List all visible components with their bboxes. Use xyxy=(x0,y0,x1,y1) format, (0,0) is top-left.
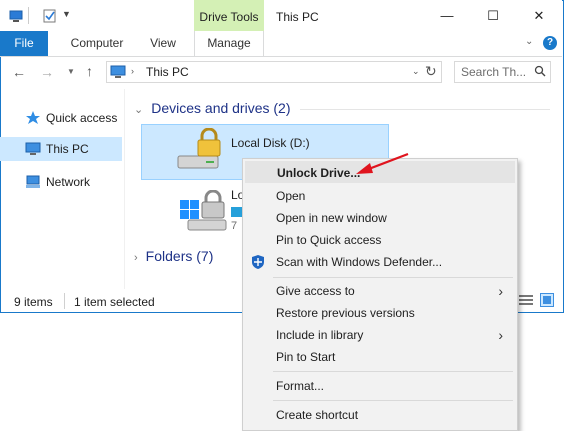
drive-tools-label: Drive Tools xyxy=(199,10,259,24)
menu-item-label: Scan with Windows Defender... xyxy=(276,255,443,269)
tab-manage[interactable]: Manage xyxy=(194,31,264,56)
menu-item-scan-defender[interactable]: Scan with Windows Defender... xyxy=(245,251,515,273)
menu-item-include-library[interactable]: Include in library › xyxy=(245,324,515,346)
maximize-button[interactable]: ☐ xyxy=(470,0,516,31)
sidebar-item-this-pc[interactable]: This PC xyxy=(0,137,122,161)
menu-item-label: Pin to Quick access xyxy=(276,233,382,247)
menu-item-label: Create shortcut xyxy=(276,408,359,422)
context-menu: Unlock Drive... Open Open in new window … xyxy=(242,158,518,431)
help-icon[interactable]: ? xyxy=(543,36,557,50)
folders-group-header[interactable]: › Folders (7) xyxy=(134,248,213,264)
annotation-arrow-icon xyxy=(356,152,409,174)
menu-separator xyxy=(273,371,513,372)
status-item-count: 9 items xyxy=(14,295,53,309)
sidebar-item-label: Quick access xyxy=(46,111,118,125)
network-icon xyxy=(26,175,40,188)
collapse-chevron-icon: ⌄ xyxy=(134,104,144,116)
star-icon xyxy=(26,111,40,124)
breadcrumb-chevron-icon[interactable]: › xyxy=(131,66,134,76)
large-icons-view-icon[interactable] xyxy=(540,293,554,307)
group-divider xyxy=(300,109,550,110)
menu-item-label: Format... xyxy=(276,379,325,393)
submenu-arrow-icon: › xyxy=(498,327,503,343)
devices-group-header[interactable]: ⌄ Devices and drives (2) xyxy=(134,100,291,116)
tab-drive-tools-context: Drive Tools xyxy=(194,0,264,31)
minimize-button[interactable]: — xyxy=(424,0,470,31)
menu-item-label: Include in library xyxy=(276,328,364,342)
windows-defender-icon xyxy=(252,255,264,269)
search-icon[interactable] xyxy=(534,65,546,77)
close-button[interactable]: ✕ xyxy=(516,0,562,31)
menu-item-open[interactable]: Open xyxy=(245,185,515,207)
up-arrow-icon[interactable]: ↑ xyxy=(86,63,93,79)
menu-item-label: Restore previous versions xyxy=(276,306,415,320)
tab-view[interactable]: View xyxy=(140,31,186,56)
tab-computer[interactable]: Computer xyxy=(64,31,130,56)
submenu-arrow-icon: › xyxy=(498,283,503,299)
menu-item-label: Give access to xyxy=(276,284,355,298)
pane-divider xyxy=(124,89,125,289)
tab-file[interactable]: File xyxy=(0,31,48,56)
details-view-icon[interactable] xyxy=(519,294,533,306)
menu-separator xyxy=(273,400,513,401)
status-divider xyxy=(64,293,65,309)
drive-d-name: Local Disk (D:) xyxy=(231,136,310,150)
address-location[interactable]: This PC xyxy=(146,65,189,79)
window-title: This PC xyxy=(276,10,319,24)
menu-item-label: Pin to Start xyxy=(276,350,336,364)
status-selection: 1 item selected xyxy=(74,295,155,309)
drive-c-size: 7 xyxy=(231,220,238,232)
windows-drive-icon xyxy=(180,190,227,231)
menu-item-pin-start[interactable]: Pin to Start xyxy=(245,346,515,368)
menu-separator xyxy=(273,277,513,278)
expand-chevron-icon: › xyxy=(134,252,138,264)
menu-item-label: Unlock Drive... xyxy=(277,166,361,180)
address-dropdown-icon[interactable]: ⌄ xyxy=(412,66,420,77)
menu-item-label: Open in new window xyxy=(276,211,387,225)
menu-item-create-shortcut[interactable]: Create shortcut xyxy=(245,404,515,426)
forward-arrow-icon[interactable]: → xyxy=(40,64,54,80)
menu-item-label: Open xyxy=(276,189,306,203)
properties-qat-icon[interactable] xyxy=(43,9,57,23)
recent-locations-icon[interactable]: ▼ xyxy=(67,67,75,76)
menu-item-format[interactable]: Format... xyxy=(245,375,515,397)
computer-qat-icon[interactable] xyxy=(9,9,23,23)
menu-item-restore-versions[interactable]: Restore previous versions xyxy=(245,302,515,324)
folders-header-label: Folders (7) xyxy=(145,248,214,264)
menu-item-open-new-window[interactable]: Open in new window xyxy=(245,207,515,229)
sidebar-item-label: Network xyxy=(46,175,91,189)
search-input[interactable]: Search Th... xyxy=(461,65,526,79)
sidebar-item-quick-access[interactable]: Quick access xyxy=(0,106,122,130)
qat-dropdown-icon[interactable]: ▼ xyxy=(62,9,71,19)
refresh-icon[interactable]: ↻ xyxy=(425,63,437,80)
sidebar-item-network[interactable]: Network xyxy=(0,170,122,194)
menu-item-give-access[interactable]: Give access to › xyxy=(245,280,515,302)
qat-divider xyxy=(28,7,29,24)
sidebar-item-label: This PC xyxy=(46,142,89,156)
menu-item-pin-quick-access[interactable]: Pin to Quick access xyxy=(245,229,515,251)
back-arrow-icon[interactable]: ← xyxy=(12,64,26,80)
devices-header-label: Devices and drives (2) xyxy=(151,100,291,116)
computer-icon xyxy=(110,65,126,78)
ribbon-expand-icon[interactable]: ⌄ xyxy=(525,36,533,47)
locked-drive-icon xyxy=(177,128,221,169)
computer-icon xyxy=(25,142,41,155)
